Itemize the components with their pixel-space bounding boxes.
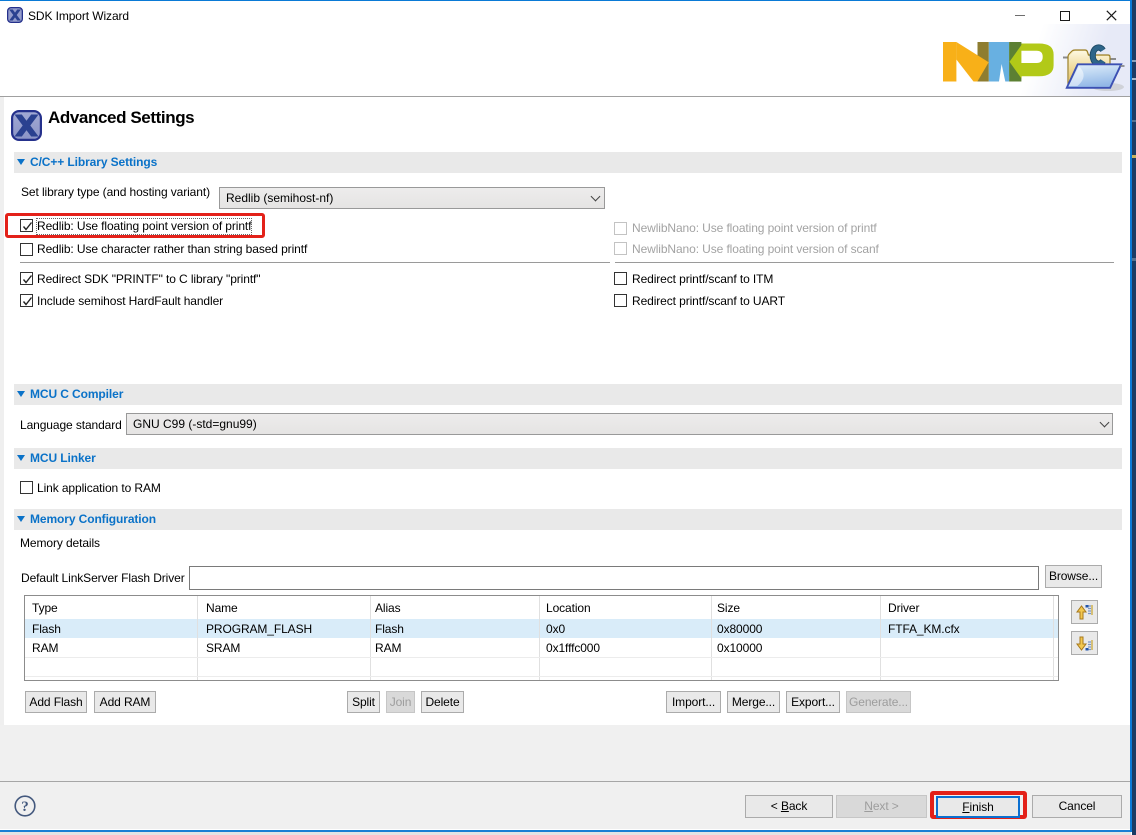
svg-text:?: ?	[21, 799, 29, 815]
